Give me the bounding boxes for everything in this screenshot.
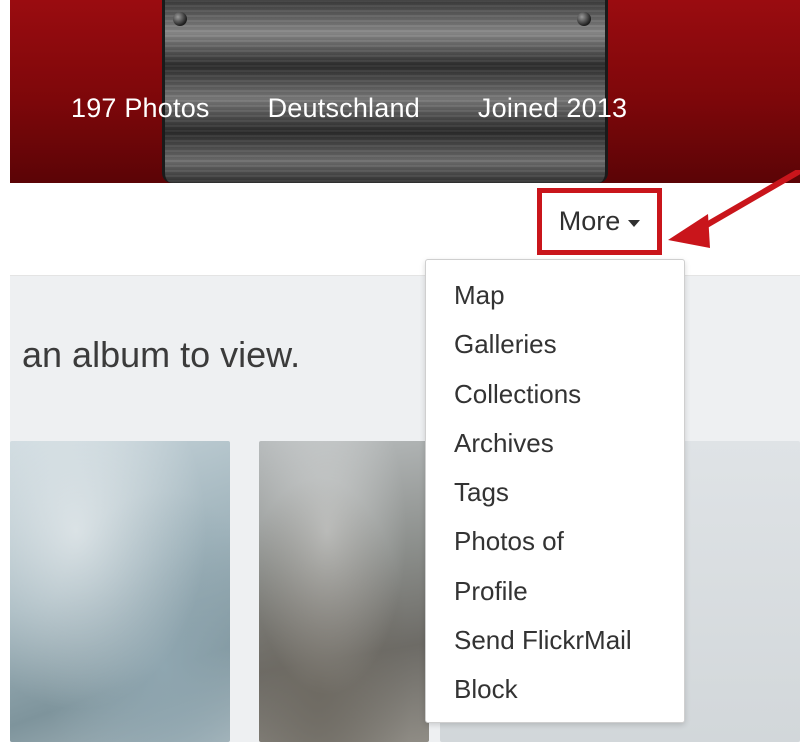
album-prompt: an album to view. [22, 334, 301, 375]
menu-item-profile[interactable]: Profile [426, 571, 684, 620]
more-button-label: More [558, 206, 621, 236]
profile-banner: 197 Photos Deutschland Joined 2013 [10, 0, 800, 183]
album-thumbnail[interactable] [10, 441, 230, 742]
profile-stats: 197 Photos Deutschland Joined 2013 [71, 93, 627, 124]
more-button[interactable]: More [542, 193, 657, 250]
page: 197 Photos Deutschland Joined 2013 an al… [0, 0, 800, 742]
location: Deutschland [267, 93, 420, 123]
annotation-arrow-icon [668, 170, 800, 248]
menu-item-collections[interactable]: Collections [426, 374, 684, 423]
more-dropdown-menu: Map Galleries Collections Archives Tags … [425, 259, 685, 723]
bolt-icon [577, 12, 591, 26]
menu-item-send-flickrmail[interactable]: Send FlickrMail [426, 620, 684, 669]
banner-cover-image [162, 0, 608, 183]
menu-item-photos-of[interactable]: Photos of [426, 521, 684, 570]
menu-item-galleries[interactable]: Galleries [426, 324, 684, 373]
album-thumbnail[interactable] [259, 441, 429, 742]
menu-item-block[interactable]: Block [426, 669, 684, 718]
photo-count[interactable]: 197 Photos [71, 93, 210, 124]
menu-item-map[interactable]: Map [426, 275, 684, 324]
more-highlight-box: More [537, 188, 662, 255]
menu-item-tags[interactable]: Tags [426, 472, 684, 521]
bolt-icon [173, 12, 187, 26]
joined-date: Joined 2013 [477, 93, 628, 123]
menu-item-archives[interactable]: Archives [426, 423, 684, 472]
left-gutter [0, 0, 10, 742]
caret-down-icon [628, 220, 641, 227]
